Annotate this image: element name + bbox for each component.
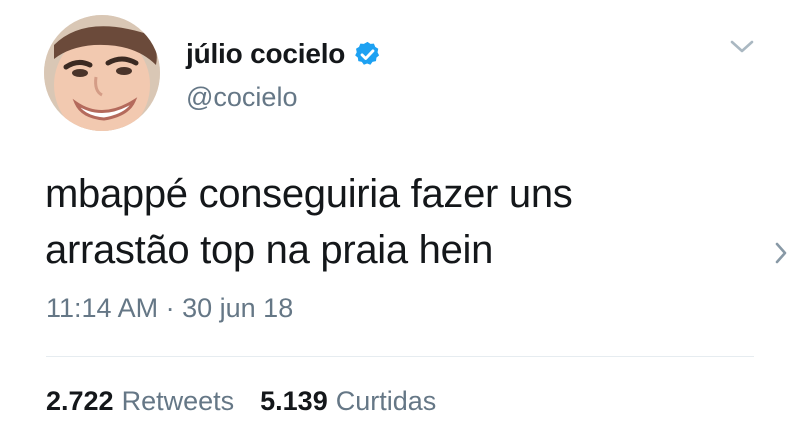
retweets-stat[interactable]: 2.722 Retweets xyxy=(46,386,234,417)
verified-badge-icon xyxy=(353,40,382,69)
timestamp-time: 11:14 AM xyxy=(46,293,159,323)
tweet-text-line: arrastão top na praia hein xyxy=(45,228,494,272)
user-handle[interactable]: @cocielo xyxy=(186,82,382,113)
divider xyxy=(46,356,754,357)
chevron-right-icon[interactable] xyxy=(772,240,790,266)
retweets-label: Retweets xyxy=(121,386,235,416)
profile-photo xyxy=(44,15,160,131)
name-row: júlio cocielo xyxy=(186,36,382,72)
timestamp-date: 30 jun 18 xyxy=(182,293,294,323)
chevron-down-icon[interactable] xyxy=(729,38,755,56)
author-block: júlio cocielo @cocielo xyxy=(186,36,382,113)
tweet-card: júlio cocielo @cocielo mbappé conseguiri… xyxy=(0,0,797,439)
tweet-stats: 2.722 Retweets 5.139 Curtidas xyxy=(46,386,462,417)
display-name[interactable]: júlio cocielo xyxy=(186,38,345,70)
likes-label: Curtidas xyxy=(335,386,437,416)
timestamp[interactable]: 11:14 AM · 30 jun 18 xyxy=(46,293,293,324)
avatar[interactable] xyxy=(44,15,160,131)
retweets-count: 2.722 xyxy=(46,386,114,416)
tweet-text-line: mbappé conseguiria fazer uns xyxy=(45,172,573,216)
tweet-text: mbappé conseguiria fazer uns arrastão to… xyxy=(45,166,745,278)
timestamp-separator: · xyxy=(165,293,175,323)
likes-stat[interactable]: 5.139 Curtidas xyxy=(260,386,436,417)
likes-count: 5.139 xyxy=(260,386,328,416)
